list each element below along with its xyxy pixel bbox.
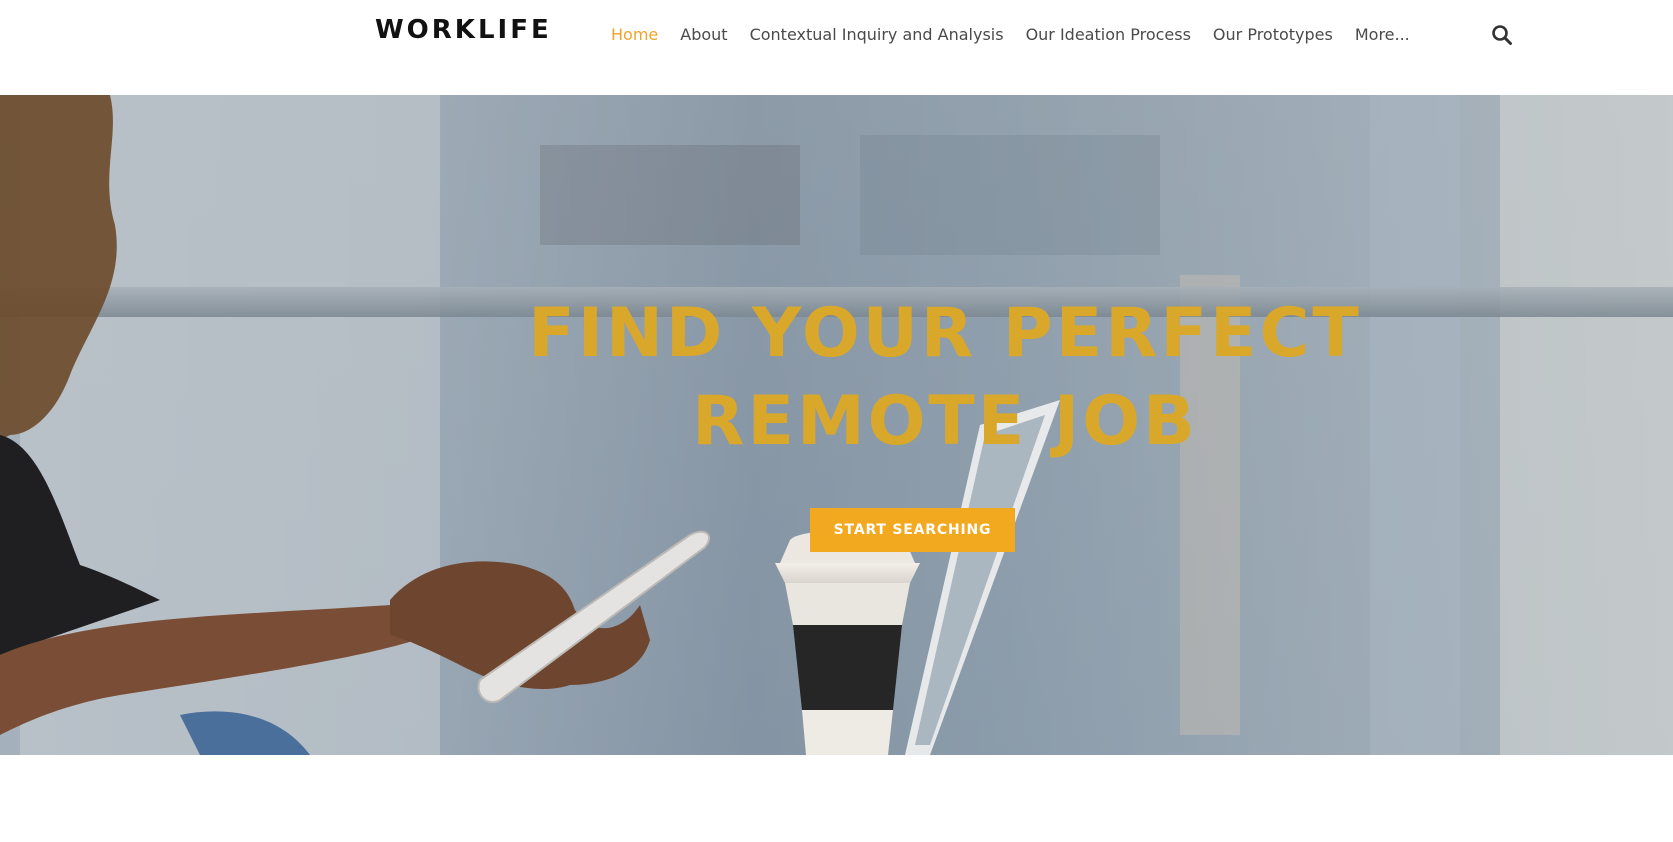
nav-item-contextual-inquiry[interactable]: Contextual Inquiry and Analysis [750, 24, 1004, 46]
nav-item-prototypes[interactable]: Our Prototypes [1213, 24, 1333, 46]
nav-item-about[interactable]: About [680, 24, 727, 46]
hero-section: FIND YOUR PERFECT REMOTE JOB START SEARC… [0, 95, 1673, 755]
nav-item-home[interactable]: Home [611, 24, 658, 46]
site-logo[interactable]: WORKLIFE [375, 15, 552, 45]
nav-item-more[interactable]: More... [1355, 24, 1410, 46]
search-icon[interactable] [1491, 24, 1513, 46]
site-header: WORKLIFE Home About Contextual Inquiry a… [0, 0, 1673, 95]
main-nav: Home About Contextual Inquiry and Analys… [611, 24, 1410, 46]
nav-item-ideation-process[interactable]: Our Ideation Process [1026, 24, 1191, 46]
hero-background-image [0, 95, 1673, 755]
start-searching-button[interactable]: START SEARCHING [810, 508, 1015, 552]
